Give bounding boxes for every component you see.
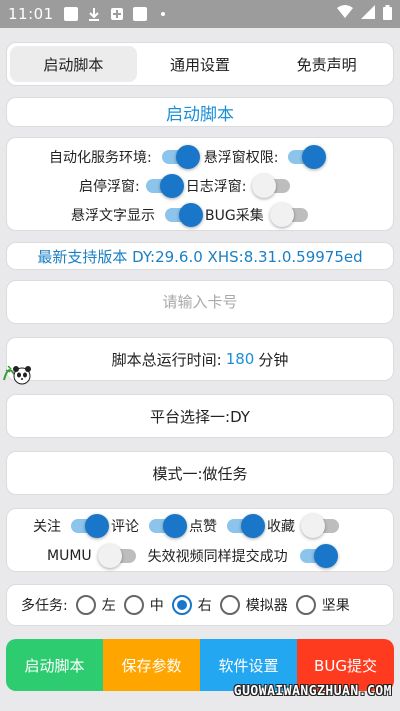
bug-collect-label: BUG采集 (205, 207, 264, 224)
follow-switch[interactable] (71, 514, 109, 538)
tab-start-script[interactable]: 启动脚本 (10, 46, 137, 82)
radio-left[interactable] (75, 595, 96, 615)
dot-icon (156, 7, 170, 21)
invalid-video-switch[interactable] (299, 544, 338, 568)
wifi-icon (337, 5, 353, 23)
start-stop-float-label: 启停浮窗: (79, 178, 140, 195)
download-icon (87, 7, 101, 21)
battery-icon (383, 4, 392, 24)
app-plus-icon (110, 7, 124, 21)
runtime-field[interactable]: 脚本总运行时间: 180 分钟 (6, 337, 394, 381)
comment-switch[interactable] (149, 514, 187, 538)
status-bar: 11:01 (0, 0, 400, 28)
radio-nut[interactable] (295, 595, 316, 615)
automation-env-switch[interactable] (161, 144, 200, 169)
runtime-value[interactable]: 180 (226, 350, 255, 368)
multitask-label: 多任务: (21, 598, 68, 614)
radio-left-label[interactable]: 左 (102, 595, 116, 615)
platform-select-button[interactable]: 平台选择一:DY (6, 394, 394, 438)
log-float-label: 日志浮窗: (185, 178, 247, 195)
card-number-field[interactable] (6, 280, 394, 324)
permissions-card: 自动化服务环境: 悬浮窗权限: 启停浮窗: 日志浮窗: 悬浮文字显示 BUG采集 (6, 137, 394, 231)
notification-icon-2 (132, 7, 147, 21)
like-switch[interactable] (227, 514, 265, 538)
float-permission-switch[interactable] (288, 144, 327, 169)
radio-emulator[interactable] (219, 595, 240, 615)
save-params-button[interactable]: 保存参数 (103, 639, 200, 691)
runtime-unit: 分钟 (258, 350, 289, 369)
favorite-label: 收藏 (267, 519, 295, 535)
mumu-switch[interactable] (97, 544, 136, 568)
radio-middle[interactable] (123, 595, 144, 615)
follow-label: 关注 (33, 519, 61, 535)
panda-float-icon[interactable] (2, 360, 32, 386)
tab-bar: 启动脚本 通用设置 免责声明 (6, 42, 394, 86)
status-right-icons (337, 4, 392, 24)
notification-icon (63, 7, 78, 21)
section-title: 启动脚本 (6, 97, 394, 127)
radio-emulator-label[interactable]: 模拟器 (246, 595, 288, 615)
tab-disclaimer[interactable]: 免责声明 (263, 46, 390, 82)
comment-label: 评论 (111, 519, 139, 535)
radio-right[interactable] (171, 595, 192, 615)
watermark: GUOWAIWANGZHUAN.COM (233, 684, 392, 699)
signal-icon (361, 5, 375, 23)
multitask-card: 多任务: 左 中 右 模拟器 坚果 (6, 584, 394, 626)
task-options-card: 关注 评论 点赞 收藏 MUMU 失效视频同样提交成功 (6, 508, 394, 572)
bug-collect-switch[interactable] (269, 202, 308, 227)
favorite-switch[interactable] (301, 514, 339, 538)
log-float-switch[interactable] (252, 173, 291, 198)
invalid-video-label: 失效视频同样提交成功 (147, 549, 288, 565)
tab-general-settings[interactable]: 通用设置 (137, 46, 264, 82)
radio-nut-label[interactable]: 坚果 (322, 595, 350, 615)
float-permission-label: 悬浮窗权限: (203, 149, 279, 166)
radio-right-label[interactable]: 右 (198, 595, 212, 615)
automation-env-label: 自动化服务环境: (49, 149, 152, 166)
status-time: 11:01 (8, 5, 54, 23)
radio-middle-label[interactable]: 中 (150, 595, 164, 615)
mode-select-button[interactable]: 模式一:做任务 (6, 451, 394, 495)
mumu-label: MUMU (47, 548, 92, 564)
runtime-label: 脚本总运行时间: (111, 350, 222, 369)
float-text-label: 悬浮文字显示 (71, 207, 155, 224)
like-label: 点赞 (189, 519, 217, 535)
card-number-input[interactable] (7, 293, 393, 311)
float-text-switch[interactable] (165, 202, 203, 227)
start-stop-float-switch[interactable] (145, 173, 184, 198)
start-script-button[interactable]: 启动脚本 (6, 639, 103, 691)
version-info: 最新支持版本 DY:29.6.0 XHS:8.31.0.59975ed (6, 242, 394, 270)
